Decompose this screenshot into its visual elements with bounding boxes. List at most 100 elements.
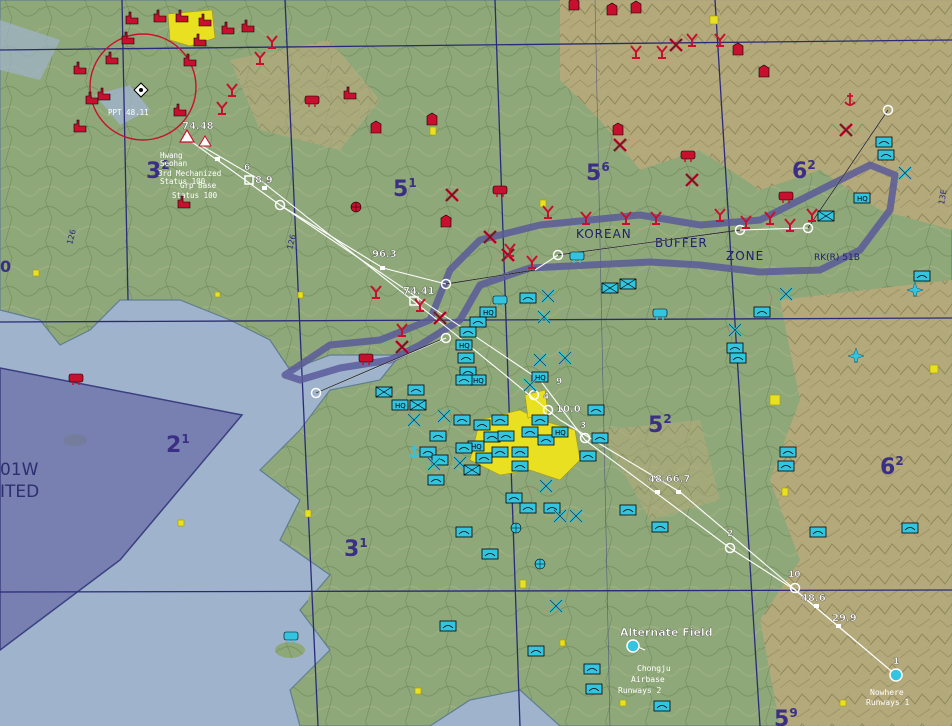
svg-text:Status 100: Status 100 xyxy=(172,191,218,200)
friendly-unit-box-icon[interactable] xyxy=(469,316,487,328)
friendly-unit-box-icon[interactable] xyxy=(521,426,539,438)
svg-text:Seohan: Seohan xyxy=(160,159,187,168)
enemy-unit-bldg-icon[interactable] xyxy=(630,0,642,14)
friendly-unit-mech-icon[interactable] xyxy=(409,399,427,411)
svg-text:29.9: 29.9 xyxy=(832,613,857,624)
friendly-unit-box-icon[interactable] xyxy=(427,474,445,486)
svg-text:Runways 2: Runways 2 xyxy=(618,686,662,695)
svg-text:HQ: HQ xyxy=(395,402,406,410)
buffer-word-zone: ZONE xyxy=(726,249,764,263)
friendly-unit-box-icon[interactable] xyxy=(729,352,747,364)
friendly-unit-box-icon[interactable] xyxy=(913,270,931,282)
svg-text:HQ: HQ xyxy=(483,309,494,317)
svg-text:0: 0 xyxy=(0,257,11,276)
svg-text:4: 4 xyxy=(543,392,549,402)
svg-text:10: 10 xyxy=(788,570,801,580)
svg-text:96.3: 96.3 xyxy=(372,249,397,260)
svg-text:HQ: HQ xyxy=(535,374,546,382)
friendly-unit-box-icon[interactable] xyxy=(587,404,605,416)
enemy-unit-bldg-icon[interactable] xyxy=(758,64,770,78)
svg-text:01W: 01W xyxy=(0,460,39,480)
airfield-icon[interactable] xyxy=(626,639,640,653)
friendly-unit-box-icon[interactable] xyxy=(505,492,523,504)
friendly-unit-box-icon[interactable] xyxy=(455,442,473,454)
friendly-unit-box-icon[interactable] xyxy=(583,663,601,675)
friendly-unit-box-icon[interactable] xyxy=(475,452,493,464)
friendly-unit-box-icon[interactable] xyxy=(537,434,555,446)
enemy-unit-bldg-icon[interactable] xyxy=(440,214,452,228)
friendly-unit-box-icon[interactable] xyxy=(459,326,477,338)
friendly-unit-box-icon[interactable] xyxy=(591,432,609,444)
svg-text:Runways 1: Runways 1 xyxy=(866,698,910,707)
friendly-unit-ball-icon[interactable] xyxy=(510,522,522,534)
svg-text:10.0: 10.0 xyxy=(556,404,581,415)
airfield-icon[interactable] xyxy=(889,668,903,682)
friendly-unit-box-icon[interactable] xyxy=(519,502,537,514)
enemy-unit-ball-icon[interactable] xyxy=(350,201,362,213)
svg-text:Airbase: Airbase xyxy=(631,675,665,684)
friendly-unit-box-icon[interactable] xyxy=(455,374,473,386)
friendly-unit-box-icon[interactable] xyxy=(543,502,561,514)
friendly-unit-box-icon[interactable] xyxy=(619,504,637,516)
friendly-unit-box-icon[interactable] xyxy=(777,460,795,472)
friendly-unit-hq-icon[interactable]: HQ xyxy=(479,306,497,318)
enemy-unit-bldg-icon[interactable] xyxy=(732,42,744,56)
svg-text:Nowhere: Nowhere xyxy=(870,688,904,697)
enemy-unit-bldg-icon[interactable] xyxy=(568,0,580,11)
friendly-unit-box-icon[interactable] xyxy=(753,306,771,318)
friendly-unit-box-icon[interactable] xyxy=(531,414,549,426)
friendly-unit-ball-icon[interactable] xyxy=(534,558,546,570)
friendly-unit-mech-icon[interactable] xyxy=(619,278,637,290)
friendly-unit-box-icon[interactable] xyxy=(429,430,447,442)
svg-text:HQ: HQ xyxy=(473,377,484,385)
friendly-unit-box-icon[interactable] xyxy=(439,620,457,632)
enemy-unit-bldg-icon[interactable] xyxy=(370,120,382,134)
friendly-unit-box-icon[interactable] xyxy=(407,384,425,396)
friendly-unit-box-icon[interactable] xyxy=(481,548,499,560)
svg-text:Grp Base: Grp Base xyxy=(180,181,217,190)
friendly-unit-mech-icon[interactable] xyxy=(375,386,393,398)
svg-text:74.41: 74.41 xyxy=(403,286,435,297)
friendly-unit-box-icon[interactable] xyxy=(875,136,893,148)
friendly-unit-hq-icon[interactable]: HQ xyxy=(853,192,871,204)
friendly-unit-box-icon[interactable] xyxy=(877,149,895,161)
svg-text:9: 9 xyxy=(556,377,562,387)
friendly-unit-box-icon[interactable] xyxy=(651,521,669,533)
friendly-unit-box-icon[interactable] xyxy=(491,414,509,426)
enemy-unit-bldg-icon[interactable] xyxy=(606,2,618,16)
friendly-unit-mech-icon[interactable] xyxy=(463,464,481,476)
svg-text:48.66.7: 48.66.7 xyxy=(648,474,690,485)
alternate-field-label: Alternate Field xyxy=(620,626,713,639)
enemy-unit-bldg-icon[interactable] xyxy=(426,112,438,126)
friendly-unit-box-icon[interactable] xyxy=(901,522,919,534)
friendly-unit-hq-icon[interactable]: HQ xyxy=(551,426,569,438)
friendly-unit-mech-icon[interactable] xyxy=(817,210,835,222)
svg-text:HQ: HQ xyxy=(471,443,482,451)
friendly-unit-box-icon[interactable] xyxy=(653,700,671,712)
friendly-unit-box-icon[interactable] xyxy=(726,342,744,354)
tactical-map[interactable]: KOREAN BUFFER ZONE RK(R) 51B 32 51 56 62… xyxy=(0,0,952,726)
svg-text:3: 3 xyxy=(580,421,586,431)
friendly-unit-box-icon[interactable] xyxy=(527,645,545,657)
svg-text:HQ: HQ xyxy=(555,429,566,437)
buffer-word-korean: KOREAN xyxy=(576,227,632,241)
friendly-unit-box-icon[interactable] xyxy=(519,292,537,304)
friendly-unit-box-icon[interactable] xyxy=(511,446,529,458)
friendly-unit-box-icon[interactable] xyxy=(455,526,473,538)
friendly-unit-hq-icon[interactable]: HQ xyxy=(391,399,409,411)
friendly-unit-box-icon[interactable] xyxy=(579,450,597,462)
svg-text:1: 1 xyxy=(893,657,899,667)
enemy-unit-bldg-icon[interactable] xyxy=(612,122,624,136)
friendly-unit-box-icon[interactable] xyxy=(491,446,509,458)
friendly-unit-box-icon[interactable] xyxy=(457,352,475,364)
friendly-unit-box-icon[interactable] xyxy=(779,446,797,458)
friendly-unit-box-icon[interactable] xyxy=(511,460,529,472)
friendly-unit-box-icon[interactable] xyxy=(453,414,471,426)
svg-text:Chongju: Chongju xyxy=(637,664,671,673)
friendly-unit-box-icon[interactable] xyxy=(809,526,827,538)
friendly-unit-box-icon[interactable] xyxy=(585,683,603,695)
friendly-unit-box-icon[interactable] xyxy=(473,419,491,431)
friendly-unit-box-icon[interactable] xyxy=(497,430,515,442)
friendly-unit-mech-icon[interactable] xyxy=(601,282,619,294)
friendly-unit-hq-icon[interactable]: HQ xyxy=(455,339,473,351)
